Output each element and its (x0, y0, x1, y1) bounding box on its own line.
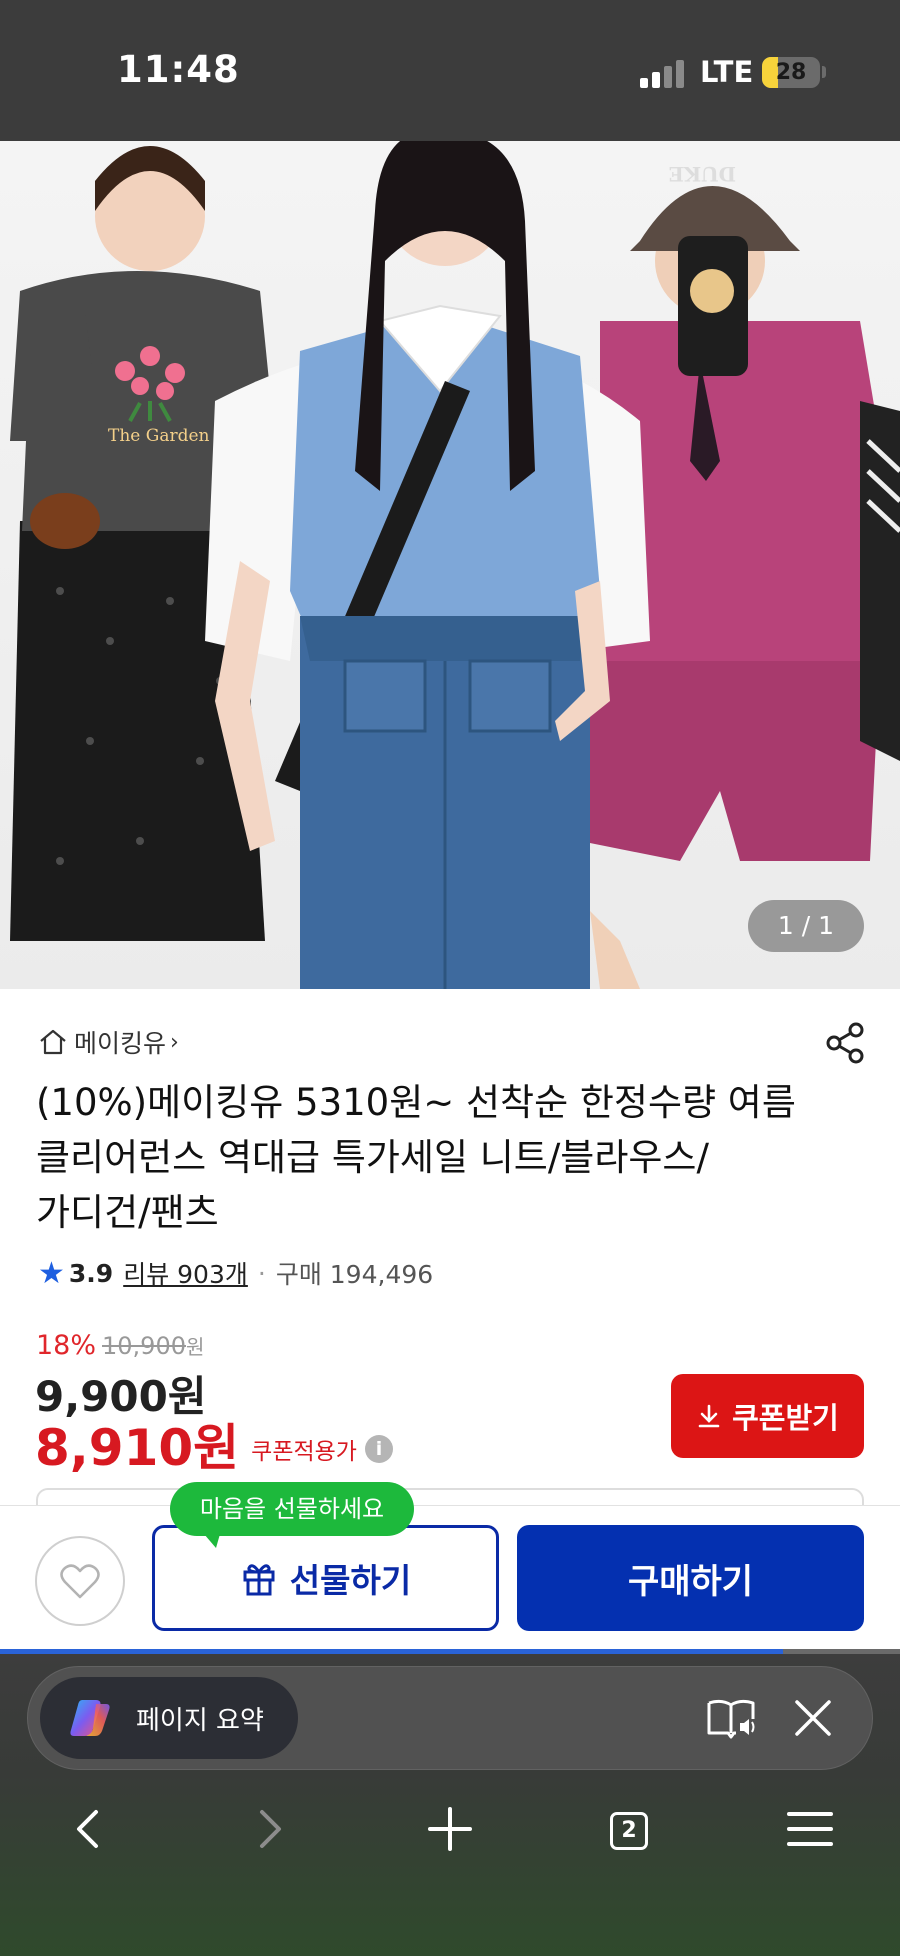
close-icon[interactable] (792, 1697, 834, 1739)
page-summary-label: 페이지 요약 (136, 1705, 264, 1736)
share-icon[interactable] (822, 1020, 868, 1066)
reader-mode-icon[interactable] (706, 1695, 756, 1741)
original-price: 10,900 (102, 1332, 186, 1360)
image-counter: 1 / 1 (748, 900, 864, 952)
battery-level: 28 (775, 60, 807, 85)
review-count-link[interactable]: 리뷰 903개 (123, 1255, 248, 1291)
store-link[interactable]: 메이킹유 › (38, 1022, 179, 1062)
download-icon (698, 1404, 720, 1428)
menu-icon[interactable] (785, 1804, 835, 1854)
gift-button-label: 선물하기 (289, 1561, 412, 1600)
purchase-count: 구매 194,496 (275, 1260, 434, 1289)
heart-icon (60, 1564, 100, 1599)
coupon-price: 8,910원 (35, 1419, 240, 1477)
original-price-unit: 원 (186, 1335, 205, 1359)
coupon-price-label: 쿠폰적용가 (251, 1439, 357, 1465)
coupon-price-row: 8,910원 쿠폰적용가 i (35, 1408, 393, 1480)
tab-count-button[interactable]: 2 (610, 1812, 648, 1850)
signal-icon (640, 60, 686, 88)
page-summary-button[interactable]: 페이지 요약 (40, 1677, 298, 1759)
battery-icon: 28 (762, 57, 820, 88)
product-photo: The Garden DUKE (10, 141, 900, 989)
bottom-action-bar: 선물하기 구매하기 (0, 1505, 900, 1651)
forward-icon[interactable] (244, 1804, 294, 1854)
copilot-icon (70, 1700, 110, 1736)
info-icon[interactable]: i (364, 1435, 393, 1463)
separator-dot: · (257, 1258, 266, 1288)
browser-toolbar: 페이지 요약 2 (0, 1654, 900, 1956)
wishlist-button[interactable] (35, 1536, 125, 1626)
star-icon: ★ (38, 1255, 65, 1291)
network-type: LTE (700, 55, 754, 89)
coupon-button-label: 쿠폰받기 (732, 1401, 839, 1435)
cap-print-text: DUKE (669, 162, 736, 186)
product-image-gallery[interactable]: The Garden DUKE 1 / 1 (0, 141, 900, 989)
buy-button[interactable]: 구매하기 (517, 1525, 864, 1631)
new-tab-icon[interactable] (425, 1804, 475, 1854)
status-bar: 11:48 LTE 28 (0, 0, 900, 141)
rating-value: 3.9 (68, 1258, 114, 1288)
discount-row: 18% 10,900 원 (36, 1330, 204, 1361)
coupon-download-button[interactable]: 쿠폰받기 (671, 1374, 864, 1458)
product-meta: ★ 3.9 리뷰 903개 · 구매 194,496 (38, 1255, 433, 1291)
shirt-print-text: The Garden (108, 426, 210, 446)
status-time: 11:48 (117, 48, 240, 91)
product-title: (10%)메이킹유 5310원~ 선착순 한정수량 여름 클리어런스 역대급 특… (36, 1081, 796, 1234)
store-name: 메이킹유 (74, 1029, 167, 1058)
gift-tooltip: 마음을 선물하세요 (170, 1482, 414, 1548)
back-icon[interactable] (64, 1804, 114, 1854)
discount-rate: 18% (36, 1330, 97, 1361)
gift-icon (243, 1564, 275, 1596)
chevron-right-icon: › (170, 1029, 179, 1055)
battery-cap (822, 66, 826, 78)
home-icon (40, 1029, 66, 1055)
ai-summary-bar: 페이지 요약 (27, 1666, 873, 1770)
